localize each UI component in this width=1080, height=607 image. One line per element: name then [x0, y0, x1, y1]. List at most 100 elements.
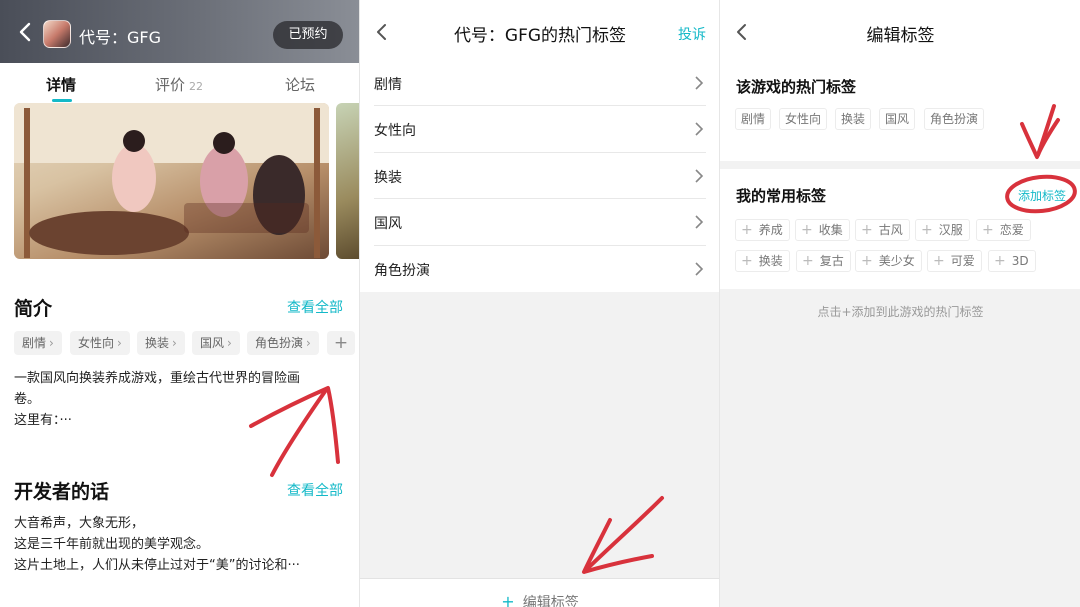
intro-tag-chip[interactable]: 国风 ›	[192, 331, 240, 355]
list-item[interactable]: 国风	[374, 199, 706, 246]
add-tag-hint: 点击+添加到此游戏的热门标签	[817, 305, 984, 319]
tag-label: 换装	[145, 336, 170, 350]
plus-icon: +	[741, 253, 753, 269]
plus-icon: +	[801, 222, 813, 238]
tab-reviews-label: 评价	[155, 76, 186, 94]
common-tag[interactable]: + 汉服	[915, 219, 970, 241]
plus-icon: +	[933, 253, 945, 269]
tab-reviews[interactable]: 评价 22	[155, 74, 203, 95]
intro-title: 简介	[14, 298, 53, 320]
intro-text: 一款国风向换装养成游戏，重绘古代世界的冒险画 卷。 这里有：···	[14, 368, 344, 431]
edit-tags-panel: 编辑标签 该游戏的热门标签 剧情 女性向 换装 国风 角色扮演 我的常用标签 添…	[719, 0, 1080, 607]
chevron-right-icon: ›	[117, 336, 122, 350]
intro-line: 卷。	[14, 392, 41, 407]
review-count: 22	[189, 80, 204, 93]
banner-illustration	[14, 103, 329, 258]
chevron-right-icon	[695, 169, 704, 183]
plus-icon: +	[802, 253, 814, 269]
intro-tag-chip[interactable]: 剧情 ›	[14, 331, 62, 355]
hot-tags-header: 代号：GFG的热门标签 投诉	[360, 0, 719, 60]
plus-icon: +	[921, 222, 933, 238]
developer-see-all-link[interactable]: 查看全部	[287, 480, 343, 500]
common-tag[interactable]: + 恋爱	[976, 219, 1031, 241]
tag-label: 角色扮演	[255, 336, 304, 350]
back-arrow-icon[interactable]	[16, 20, 36, 44]
detail-tabs: 详情 评价 22 论坛	[0, 63, 359, 103]
tag-label: 古风	[878, 223, 903, 237]
tag-label: 女性向	[78, 336, 115, 350]
tag-label: 复古	[819, 254, 844, 268]
chevron-right-icon: ›	[49, 336, 54, 350]
list-item[interactable]: 剧情	[374, 60, 706, 107]
next-banner-image[interactable]	[336, 103, 359, 259]
list-item[interactable]: 换装	[374, 153, 706, 200]
hot-tags-panel: 代号：GFG的热门标签 投诉 剧情 女性向 换装 国风 角色扮演 + 编辑标签	[359, 0, 719, 607]
intro-tag-chip[interactable]: 角色扮演 ›	[247, 331, 319, 355]
tab-forum[interactable]: 论坛	[285, 74, 315, 95]
chevron-right-icon: ›	[227, 336, 232, 350]
tag-row-label: 换装	[374, 169, 402, 186]
my-common-tags-title: 我的常用标签	[736, 187, 827, 205]
plus-icon: +	[861, 253, 873, 269]
intro-line: 一款国风向换装养成游戏，重绘古代世界的冒险画	[14, 371, 301, 386]
plus-icon: +	[861, 222, 873, 238]
my-common-tags-section: 我的常用标签 添加标签 + 养成 + 收集 + 古风 + 汉服 + 恋爱 + 换装 + 复古 …	[720, 169, 1080, 289]
tag-label: 恋爱	[999, 223, 1024, 237]
hot-tag[interactable]: 角色扮演	[924, 108, 985, 130]
common-tag[interactable]: + 古风	[855, 219, 910, 241]
game-hot-tags-section: 该游戏的热门标签 剧情 女性向 换装 国风 角色扮演	[720, 60, 1080, 161]
tag-label: 换装	[758, 254, 783, 268]
intro-tag-chip[interactable]: 女性向 ›	[70, 331, 130, 355]
common-tag[interactable]: + 美少女	[855, 250, 922, 272]
hot-tag[interactable]: 剧情	[735, 108, 772, 130]
list-item[interactable]: 角色扮演	[374, 246, 706, 292]
add-tag-icon[interactable]: +	[327, 331, 355, 355]
tag-label: 剧情	[22, 336, 47, 350]
hot-tags-title: 代号：GFG的热门标签	[453, 26, 627, 46]
developer-note-title: 开发者的话	[14, 481, 110, 503]
tag-label: 3D	[1011, 254, 1029, 268]
game-hot-tags-title: 该游戏的热门标签	[736, 78, 857, 96]
intro-tag-chip[interactable]: 换装 ›	[137, 331, 185, 355]
add-tag-link[interactable]: 添加标签	[1018, 187, 1066, 204]
common-tag[interactable]: + 换装	[735, 250, 790, 272]
chevron-right-icon	[695, 261, 704, 276]
hot-tag[interactable]: 女性向	[779, 108, 828, 130]
plus-icon: +	[994, 253, 1006, 269]
common-tag[interactable]: + 养成	[735, 219, 790, 241]
dev-line: 这是三千年前就出现的美学观念。	[14, 537, 210, 552]
common-tag[interactable]: + 复古	[796, 250, 851, 272]
edit-tags-label: 编辑标签	[522, 595, 579, 607]
tag-label: 美少女	[878, 254, 915, 268]
edit-tags-button[interactable]: + 编辑标签	[360, 592, 719, 607]
intro-line: 这里有：···	[14, 413, 72, 428]
hot-tag[interactable]: 国风	[879, 108, 916, 130]
tag-label: 汉服	[938, 223, 963, 237]
plus-icon: +	[501, 592, 515, 607]
plus-icon: +	[741, 222, 753, 238]
common-tag[interactable]: +3D	[988, 250, 1036, 272]
chevron-right-icon: ›	[306, 336, 311, 350]
chevron-right-icon	[695, 76, 704, 90]
reserved-button[interactable]: 已预约	[273, 21, 343, 49]
tab-forum-label: 论坛	[285, 76, 316, 94]
tag-row-label: 角色扮演	[374, 262, 430, 279]
game-banner-image[interactable]	[14, 103, 329, 259]
tag-row-label: 剧情	[374, 77, 402, 93]
plus-icon: +	[982, 222, 994, 238]
edit-tags-title: 编辑标签	[866, 26, 935, 46]
report-link[interactable]: 投诉	[678, 24, 706, 44]
hot-tag[interactable]: 换装	[835, 108, 872, 130]
tab-details-label: 详情	[46, 76, 77, 94]
dev-line: 大音希声，大象无形，	[14, 516, 145, 531]
tag-label: 可爱	[950, 254, 975, 268]
detail-header: 代号：GFG 已预约	[0, 0, 359, 63]
common-tag[interactable]: + 收集	[795, 219, 850, 241]
list-item[interactable]: 女性向	[374, 106, 706, 153]
tag-label: 收集	[818, 223, 843, 237]
tab-details[interactable]: 详情	[46, 74, 76, 95]
hot-tags-list: 剧情 女性向 换装 国风 角色扮演	[360, 60, 719, 292]
chevron-right-icon: ›	[172, 336, 177, 350]
intro-see-all-link[interactable]: 查看全部	[287, 297, 343, 317]
common-tag[interactable]: + 可爱	[927, 250, 982, 272]
